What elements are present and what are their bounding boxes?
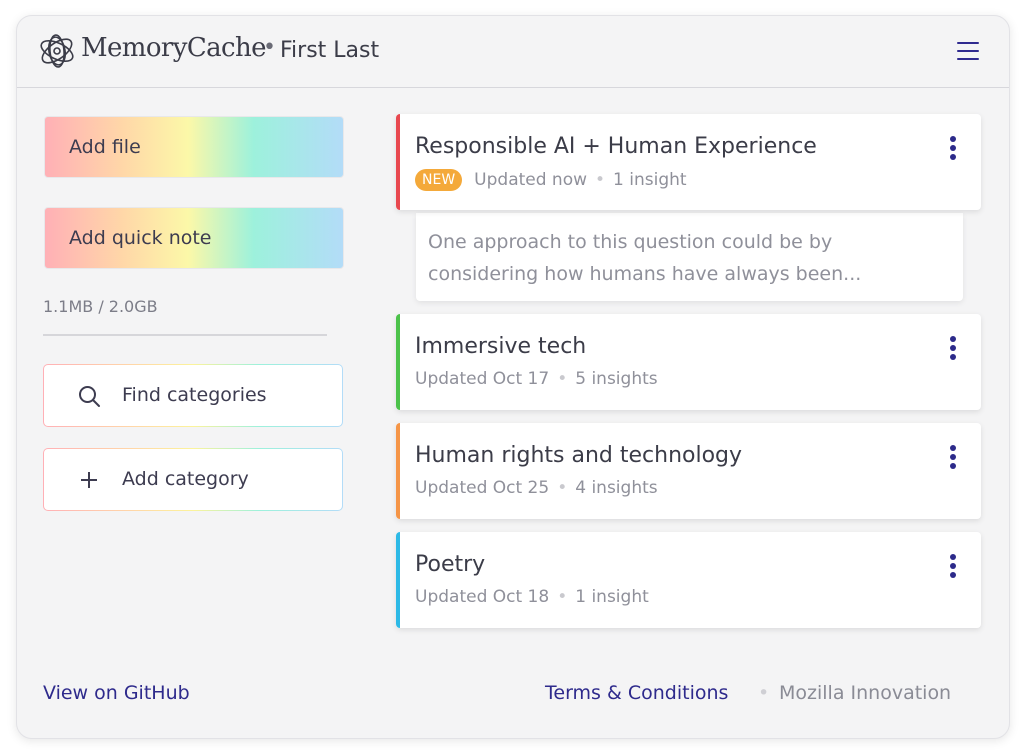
category-updated: Updated now xyxy=(474,170,588,190)
header: MemoryCache • First Last xyxy=(17,16,1009,88)
add-category-label: Add category xyxy=(122,468,249,490)
storage-usage: 1.1MB / 2.0GB xyxy=(43,297,158,316)
category-meta: Updated Oct 25 • 4 insights xyxy=(415,478,658,498)
more-options-icon[interactable] xyxy=(949,554,957,580)
more-options-icon[interactable] xyxy=(949,136,957,162)
category-insights: 5 insights xyxy=(575,369,658,389)
category-accent-bar xyxy=(396,423,400,519)
add-quick-note-label: Add quick note xyxy=(69,227,212,249)
app-window: MemoryCache • First Last Add file Add qu… xyxy=(16,15,1010,739)
hamburger-menu-icon[interactable] xyxy=(957,42,979,60)
category-title: Immersive tech xyxy=(415,334,587,359)
category-accent-bar xyxy=(396,532,400,628)
add-category-button[interactable]: Add category xyxy=(43,448,343,511)
plus-icon xyxy=(81,472,97,488)
terms-link[interactable]: Terms & Conditions xyxy=(545,682,728,704)
insight-preview[interactable]: One approach to this question could be b… xyxy=(416,213,963,301)
add-quick-note-button[interactable]: Add quick note xyxy=(44,207,344,269)
category-meta: Updated Oct 18 • 1 insight xyxy=(415,587,649,607)
add-file-label: Add file xyxy=(69,136,141,158)
category-card[interactable]: Immersive tech Updated Oct 17 • 5 insights xyxy=(396,314,981,410)
category-insights: 1 insight xyxy=(575,587,649,607)
category-accent-bar xyxy=(396,114,400,210)
add-file-button[interactable]: Add file xyxy=(44,116,344,178)
category-updated: Updated Oct 25 xyxy=(415,478,550,498)
insight-preview-text: One approach to this question could be b… xyxy=(428,231,862,285)
category-card[interactable]: Human rights and technology Updated Oct … xyxy=(396,423,981,519)
category-title: Human rights and technology xyxy=(415,443,743,468)
sidebar-divider xyxy=(43,334,327,336)
find-categories-button[interactable]: Find categories xyxy=(43,364,343,427)
footer-separator: • xyxy=(758,682,770,704)
category-updated: Updated Oct 17 xyxy=(415,369,550,389)
more-options-icon[interactable] xyxy=(949,336,957,362)
category-meta: NEW Updated now • 1 insight xyxy=(415,169,687,191)
header-separator: • xyxy=(263,35,276,60)
category-meta: Updated Oct 17 • 5 insights xyxy=(415,369,658,389)
category-insights: 4 insights xyxy=(575,478,658,498)
category-title: Poetry xyxy=(415,552,486,577)
category-insights: 1 insight xyxy=(613,170,687,190)
more-options-icon[interactable] xyxy=(949,445,957,471)
category-card[interactable]: Responsible AI + Human Experience NEW Upd… xyxy=(396,114,981,210)
new-badge: NEW xyxy=(415,169,463,191)
category-accent-bar xyxy=(396,314,400,410)
category-updated: Updated Oct 18 xyxy=(415,587,550,607)
memorycache-logo-icon xyxy=(40,34,74,68)
app-brand: MemoryCache xyxy=(81,33,267,63)
user-name: First Last xyxy=(280,38,380,63)
search-icon xyxy=(79,386,100,407)
find-categories-label: Find categories xyxy=(122,384,267,406)
category-title: Responsible AI + Human Experience xyxy=(415,134,817,159)
github-link[interactable]: View on GitHub xyxy=(43,682,190,704)
org-name: Mozilla Innovation xyxy=(779,682,952,704)
category-card[interactable]: Poetry Updated Oct 18 • 1 insight xyxy=(396,532,981,628)
